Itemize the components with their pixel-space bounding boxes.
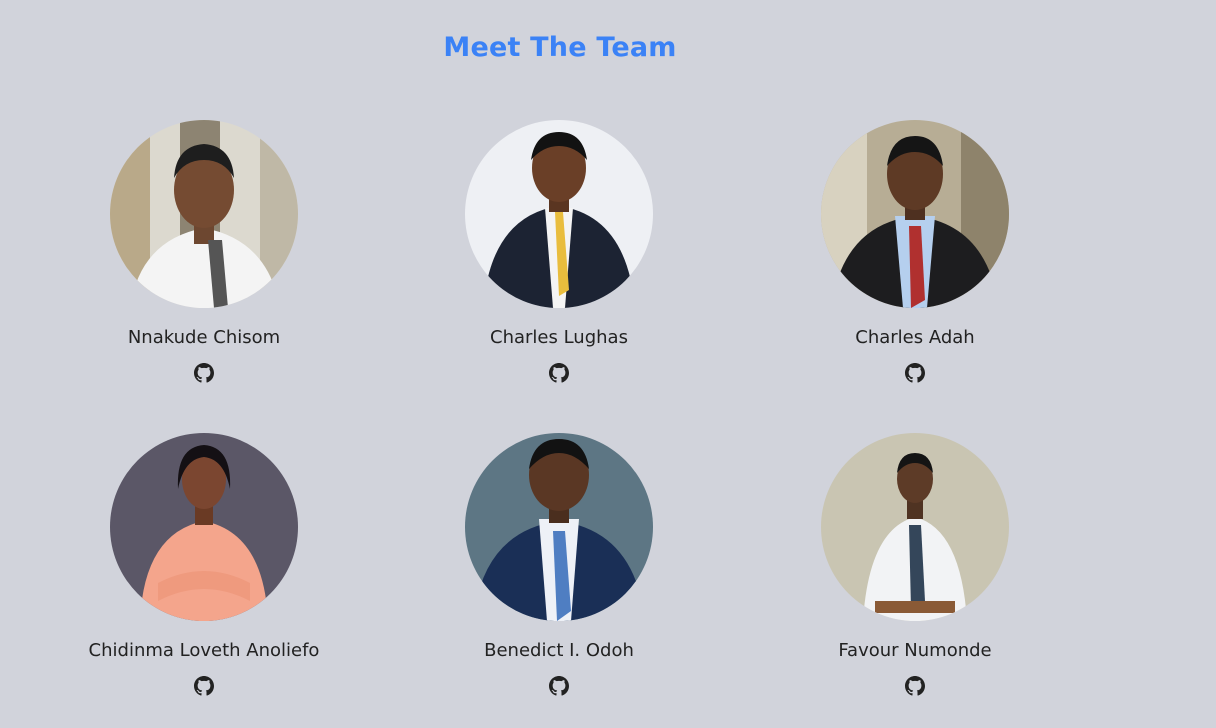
github-icon[interactable] — [194, 363, 214, 383]
member-photo — [465, 120, 653, 308]
team-member-card: Benedict I. Odoh — [409, 433, 709, 700]
github-icon[interactable] — [905, 363, 925, 383]
team-member-card: Charles Adah — [765, 120, 1065, 387]
page-title: Meet The Team — [443, 32, 677, 63]
member-name: Favour Numonde — [838, 640, 992, 661]
member-name: Charles Adah — [855, 327, 975, 348]
team-member-card: Chidinma Loveth Anoliefo — [54, 433, 354, 700]
member-photo — [110, 433, 298, 621]
member-photo — [821, 120, 1009, 308]
github-icon[interactable] — [549, 363, 569, 383]
github-icon[interactable] — [549, 676, 569, 696]
team-member-card: Favour Numonde — [765, 433, 1065, 700]
team-member-card: Nnakude Chisom — [54, 120, 354, 387]
member-name: Chidinma Loveth Anoliefo — [88, 640, 320, 661]
team-page: Meet The Team Nnakude Chisom Charles Lug… — [0, 0, 1216, 728]
github-icon[interactable] — [194, 676, 214, 696]
member-name: Charles Lughas — [490, 327, 628, 348]
member-photo — [465, 433, 653, 621]
github-icon[interactable] — [905, 676, 925, 696]
member-photo — [821, 433, 1009, 621]
member-name: Nnakude Chisom — [127, 327, 281, 348]
team-member-card: Charles Lughas — [409, 120, 709, 387]
member-photo — [110, 120, 298, 308]
member-name: Benedict I. Odoh — [484, 640, 634, 661]
